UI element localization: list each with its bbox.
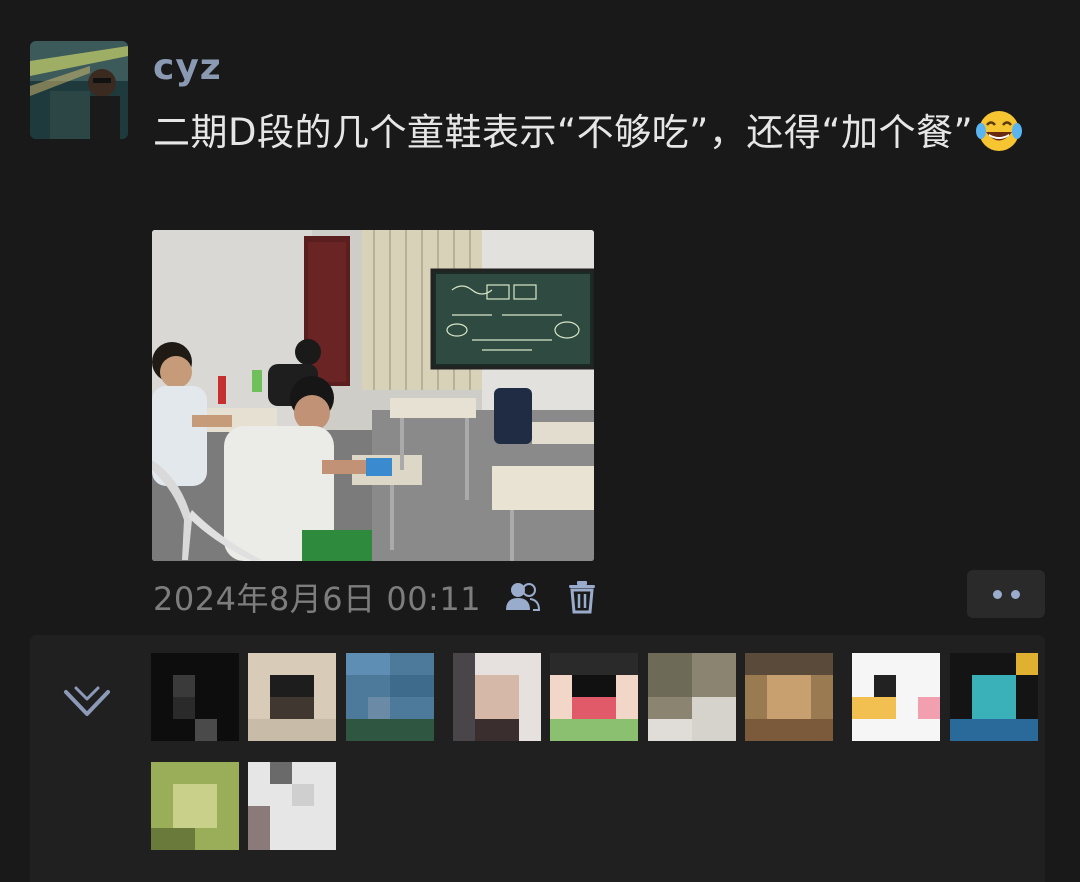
- moments-post: cyz 二期D段的几个童鞋表示“不够吃”，还得“加个餐” 2024年8月6日 0…: [0, 0, 1080, 882]
- more-options-button[interactable]: [967, 570, 1045, 618]
- liker-avatar[interactable]: [648, 653, 736, 741]
- avatar[interactable]: [30, 41, 128, 139]
- post-text-content: 二期D段的几个童鞋表示“不够吃”，还得“加个餐”: [153, 111, 974, 154]
- trash-icon[interactable]: [563, 578, 601, 616]
- post-meta: 2024年8月6日 00:11: [153, 575, 601, 619]
- more-dots-icon: [992, 589, 1002, 599]
- liker-avatar[interactable]: [346, 653, 434, 741]
- liker-avatar[interactable]: [453, 653, 541, 741]
- post-text: 二期D段的几个童鞋表示“不够吃”，还得“加个餐”: [153, 106, 1033, 160]
- post-photo[interactable]: [152, 230, 594, 561]
- username[interactable]: cyz: [153, 44, 222, 92]
- liker-avatar[interactable]: [151, 653, 239, 741]
- liker-avatar[interactable]: [151, 762, 239, 850]
- liker-avatar[interactable]: [745, 653, 833, 741]
- liker-avatar[interactable]: [950, 653, 1038, 741]
- more-dots-icon: [1010, 589, 1020, 599]
- liker-avatar[interactable]: [248, 653, 336, 741]
- liker-avatar[interactable]: [852, 653, 940, 741]
- chevron-down-icon[interactable]: [62, 682, 112, 720]
- people-icon[interactable]: [503, 578, 541, 616]
- liker-avatar[interactable]: [248, 762, 336, 850]
- post-timestamp: 2024年8月6日 00:11: [153, 580, 482, 618]
- laughing-tears-emoji-icon: [975, 107, 1023, 153]
- liker-avatar[interactable]: [550, 653, 638, 741]
